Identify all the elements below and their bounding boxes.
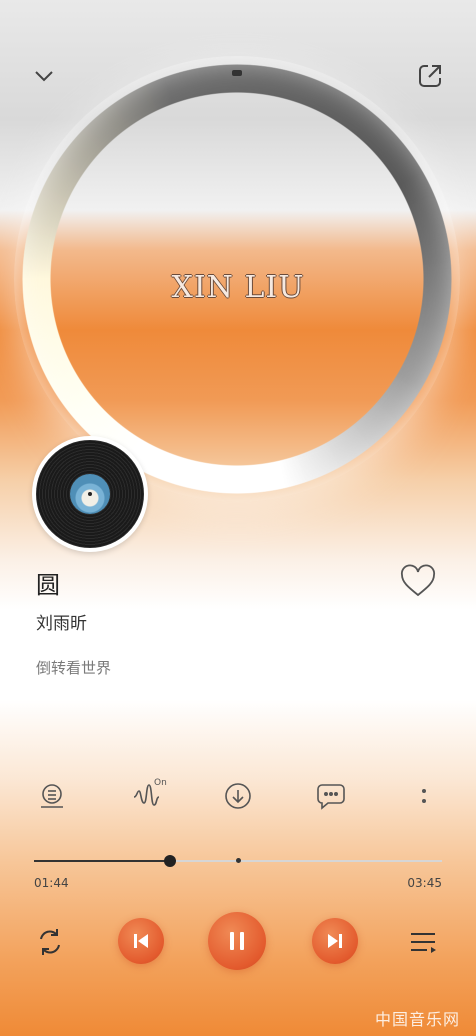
current-lyric[interactable]: 倒转看世界: [36, 657, 111, 678]
like-button[interactable]: [398, 562, 438, 602]
share-button[interactable]: [412, 58, 448, 94]
progress-fill: [34, 860, 170, 862]
repeat-button[interactable]: [30, 922, 70, 962]
comment-icon: [317, 784, 345, 810]
more-button[interactable]: [406, 778, 442, 814]
next-button[interactable]: [312, 918, 358, 964]
heart-icon: [401, 564, 435, 597]
current-time: 01:44: [34, 876, 69, 890]
progress-thumb[interactable]: [163, 855, 176, 867]
chevron-down-icon: [35, 71, 53, 82]
ring-knob: [232, 70, 242, 76]
watermark: 中国音乐网: [374, 1010, 460, 1029]
lyrics-button[interactable]: [34, 778, 70, 814]
share-icon: [419, 65, 441, 87]
song-title: 圆: [36, 571, 60, 599]
lyrics-icon: [41, 784, 63, 808]
previous-button[interactable]: [118, 918, 164, 964]
repeat-icon: [40, 929, 60, 955]
total-time: 03:45: [407, 876, 442, 890]
artist-art-text: XIN LIU: [171, 270, 305, 305]
collapse-button[interactable]: [26, 58, 62, 94]
progress-bar[interactable]: [34, 855, 442, 867]
play-pause-button[interactable]: [208, 912, 266, 970]
sound-effect-badge: On: [154, 778, 167, 788]
artist-name[interactable]: 刘雨昕: [36, 609, 87, 634]
next-icon: [328, 934, 342, 948]
comment-button[interactable]: [313, 778, 349, 814]
queue-button[interactable]: [404, 922, 444, 962]
more-icon: [422, 789, 426, 803]
vinyl-disc[interactable]: [32, 436, 148, 552]
buffer-marker: [236, 858, 241, 863]
download-button[interactable]: [220, 778, 256, 814]
prev-icon: [134, 934, 148, 948]
download-icon: [225, 783, 251, 809]
pause-icon: [230, 932, 244, 950]
queue-icon: [411, 933, 436, 953]
